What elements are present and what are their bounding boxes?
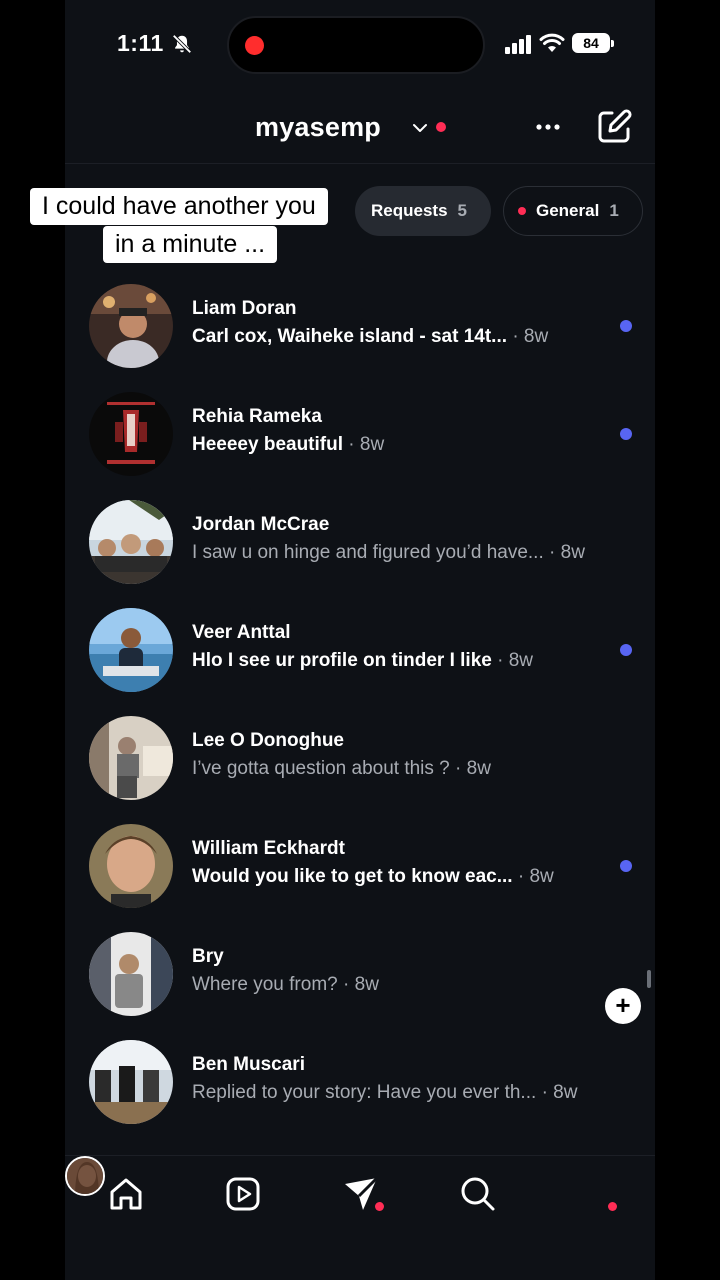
new-note-plus-button[interactable]: +: [605, 988, 641, 1024]
avatar: [89, 824, 173, 908]
account-switcher[interactable]: myasemp: [255, 112, 381, 143]
thread-name: Bry: [192, 946, 224, 967]
thread-name: William Eckhardt: [192, 838, 345, 859]
thread-row[interactable]: William Eckhardt Would you like to get t…: [65, 808, 655, 916]
thread-time: · 8w: [343, 974, 379, 995]
thread-row[interactable]: Lee O Donoghue I’ve gotta question about…: [65, 700, 655, 808]
messages-badge-dot: [375, 1202, 384, 1211]
cellular-signal-icon: [505, 35, 531, 54]
avatar: [89, 608, 173, 692]
general-count: 1: [609, 201, 619, 220]
dynamic-island: [227, 16, 485, 74]
thread-time: · 8w: [497, 650, 534, 671]
unread-indicator: [620, 320, 632, 332]
status-time: 1:11: [117, 30, 164, 56]
thread-preview: Heeeey beautiful · 8w: [192, 434, 385, 455]
thread-preview: Replied to your story: Have you ever th.…: [192, 1082, 578, 1103]
thread-row[interactable]: Veer Anttal Hlo I see ur profile on tind…: [65, 592, 655, 700]
thread-name: Ben Muscari: [192, 1054, 305, 1075]
status-bar: 1:11 84: [65, 0, 655, 90]
inbox-header: myasemp: [65, 100, 655, 160]
thread-preview: I saw u on hinge and figured you’d have.…: [192, 542, 585, 563]
thread-row[interactable]: Liam Doran Carl cox, Waiheke island - sa…: [65, 268, 655, 376]
thread-name: Veer Anttal: [192, 622, 291, 643]
avatar: [89, 1040, 173, 1124]
wifi-icon: [539, 33, 565, 52]
thread-row[interactable]: Ben Muscari Replied to your story: Have …: [65, 1024, 655, 1132]
bottom-navigation: [65, 1155, 655, 1280]
thread-preview: Where you from? · 8w: [192, 974, 379, 995]
avatar: [89, 500, 173, 584]
scrollbar[interactable]: [647, 970, 651, 988]
profile-avatar[interactable]: [65, 1156, 105, 1196]
thread-row[interactable]: Jordan McCrae I saw u on hinge and figur…: [65, 484, 655, 592]
home-icon[interactable]: [106, 1174, 146, 1214]
avatar: [89, 392, 173, 476]
requests-label: Requests: [371, 201, 448, 220]
battery-icon: 84: [572, 33, 614, 53]
unread-indicator: [620, 644, 632, 656]
avatar: [89, 284, 173, 368]
caption-line-2: in a minute ...: [103, 226, 278, 263]
thread-preview: Carl cox, Waiheke island - sat 14t... · …: [192, 326, 549, 347]
requests-filter-chip[interactable]: Requests 5: [355, 186, 491, 236]
thread-name: Jordan McCrae: [192, 514, 330, 535]
more-options-icon[interactable]: [533, 114, 563, 140]
header-divider: [65, 163, 655, 164]
notification-dot: [436, 122, 446, 132]
reels-icon[interactable]: [223, 1174, 263, 1214]
thread-row[interactable]: Bry Where you from? · 8w: [65, 916, 655, 1024]
avatar: [89, 932, 173, 1016]
thread-time: · 8w: [455, 758, 491, 779]
thread-time: · 8w: [512, 326, 549, 347]
thread-name: Liam Doran: [192, 298, 297, 319]
chevron-down-icon[interactable]: [411, 119, 429, 137]
thread-time: · 8w: [549, 542, 585, 563]
unread-indicator: [620, 860, 632, 872]
thread-row[interactable]: Rehia Rameka Heeeey beautiful · 8w: [65, 376, 655, 484]
avatar: [89, 716, 173, 800]
thread-name: Lee O Donoghue: [192, 730, 344, 751]
thread-time: · 8w: [541, 1082, 578, 1103]
silent-bell-icon: [172, 34, 192, 54]
thread-preview: Hlo I see ur profile on tinder I like · …: [192, 650, 534, 671]
requests-count: 5: [457, 201, 467, 220]
search-icon[interactable]: [458, 1174, 498, 1214]
thread-preview: I’ve gotta question about this ? · 8w: [192, 758, 491, 779]
general-unread-dot: [518, 207, 526, 215]
caption-line-1: I could have another you: [30, 188, 328, 225]
recording-dot-icon: [245, 36, 264, 55]
general-label: General: [536, 201, 600, 220]
unread-indicator: [620, 428, 632, 440]
thread-name: Rehia Rameka: [192, 406, 322, 427]
general-filter-chip[interactable]: General 1: [503, 186, 643, 236]
thread-time: · 8w: [348, 434, 385, 455]
thread-preview: Would you like to get to know eac... · 8…: [192, 866, 554, 887]
profile-badge-dot: [608, 1202, 617, 1211]
compose-icon[interactable]: [595, 108, 633, 146]
thread-time: · 8w: [517, 866, 554, 887]
